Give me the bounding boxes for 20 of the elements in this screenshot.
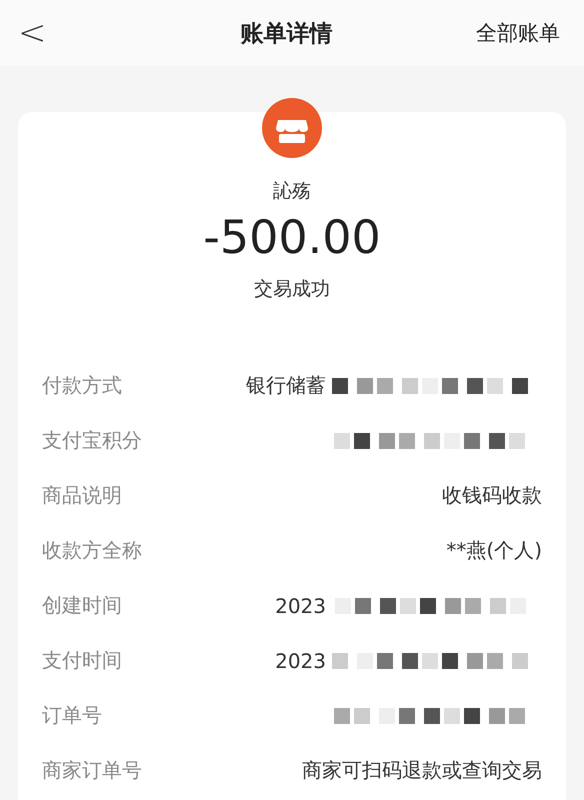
all-bills-link[interactable]: 全部账单 [476,19,560,47]
back-button[interactable]: < [18,13,46,53]
field-value: 银行储蓄 [246,372,326,399]
field-label: 商家订单号 [42,757,142,784]
field-label: 支付时间 [42,647,122,674]
field-label: 商品说明 [42,482,122,509]
field-label: 支付宝积分 [42,427,142,454]
field-value: 商家可扫码退款或查询交易 [302,757,542,784]
page-title: 账单详情 [240,20,332,48]
field-value: 2023 [275,594,326,618]
amount: -500.00 [203,210,381,264]
field-label: 创建时间 [42,592,122,619]
merchant-name: 訫殇 [273,179,311,204]
transaction-status: 交易成功 [254,277,330,302]
field-value: 2023 [275,648,326,672]
field-value: 收钱码收款 [442,482,542,509]
field-label: 收款方全称 [42,537,142,564]
field-value: **燕(个人) [446,537,542,564]
field-label: 付款方式 [42,372,122,399]
field-label: 订单号 [42,702,102,729]
